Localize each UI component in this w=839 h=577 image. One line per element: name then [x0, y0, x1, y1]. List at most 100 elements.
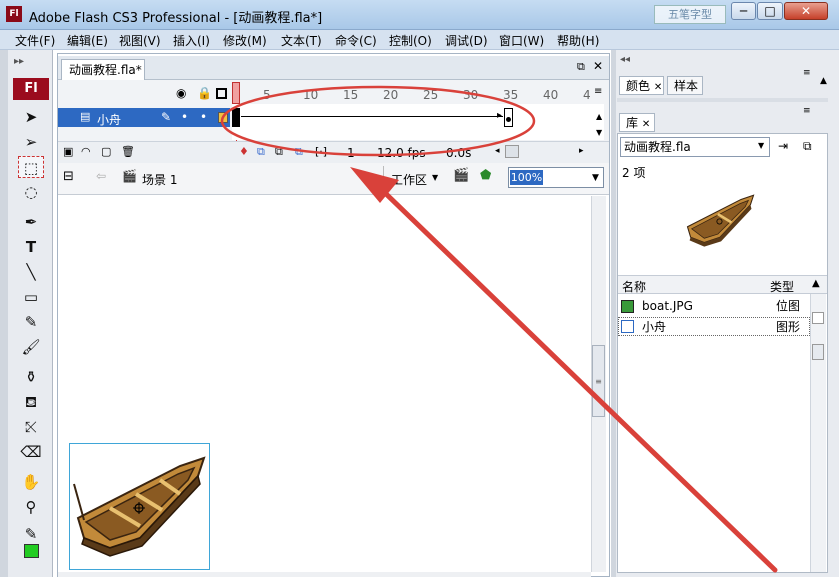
lock-icon[interactable]: 🔒	[197, 86, 212, 100]
start-keyframe[interactable]	[232, 108, 240, 127]
layer-lock-dot[interactable]: •	[200, 110, 207, 124]
scroll-left-icon[interactable]: ◂	[495, 146, 500, 156]
menu-view[interactable]: 视图(V)	[119, 32, 161, 49]
menu-insert[interactable]: 插入(I)	[173, 32, 210, 49]
eraser-tool-icon[interactable]: ⌫	[18, 441, 44, 463]
close-icon[interactable]: ✕	[642, 119, 650, 130]
line-tool-icon[interactable]: ╲	[18, 261, 44, 283]
chevron-down-icon[interactable]: ▼	[592, 173, 599, 183]
panel-collapse-icon[interactable]: ◂◂	[620, 54, 630, 65]
paint-bucket-tool-icon[interactable]: ⛾	[18, 391, 44, 413]
sort-icon[interactable]: ▲	[812, 278, 820, 289]
pencil-tool-icon[interactable]: ✎	[18, 311, 44, 333]
library-row[interactable]: 小舟 图形	[618, 317, 810, 336]
stage-scroll-thumb[interactable]: ≡	[592, 345, 605, 417]
panel-menu-icon[interactable]: ≡	[803, 68, 811, 78]
document-close-icon[interactable]: ✕	[593, 59, 603, 73]
free-transform-tool-icon[interactable]: ⬚	[18, 156, 44, 178]
tab-swatches[interactable]: 样本	[667, 76, 703, 95]
timeline-toggle-icon[interactable]: ⊟	[63, 169, 74, 184]
stroke-color-icon[interactable]: ✎	[18, 523, 44, 545]
restore-icon[interactable]: ⧉	[577, 60, 585, 74]
tab-library[interactable]: 库 ✕	[619, 113, 655, 132]
new-library-panel-icon[interactable]: ⧉	[803, 139, 812, 154]
zoom-value[interactable]: 100%	[510, 170, 543, 185]
fill-color-swatch[interactable]	[24, 544, 39, 558]
lasso-tool-icon[interactable]: ◌	[18, 181, 44, 203]
document-tab[interactable]: 动画教程.fla*	[61, 59, 145, 80]
center-frame-icon[interactable]: ♦	[239, 145, 249, 158]
eyedropper-tool-icon[interactable]: ⤪	[18, 416, 44, 438]
eye-icon[interactable]: ◉	[176, 86, 186, 100]
menu-text[interactable]: 文本(T)	[281, 32, 322, 49]
workspace-button[interactable]: 工作区	[391, 171, 427, 188]
library-scrollbar[interactable]	[810, 294, 826, 572]
chevron-down-icon[interactable]: ▼	[432, 173, 438, 182]
onion-outline-icon[interactable]: ⧉	[275, 145, 283, 159]
outline-icon[interactable]	[216, 88, 227, 99]
zoom-tool-icon[interactable]: ⚲	[18, 496, 44, 518]
brush-tool-icon[interactable]: 🖌	[18, 336, 44, 358]
rectangle-tool-icon[interactable]: ▭	[18, 286, 44, 308]
boat-image[interactable]	[70, 448, 210, 570]
scroll-right-icon[interactable]: ▸	[579, 146, 584, 156]
insert-folder-icon[interactable]: ▢	[101, 145, 111, 158]
library-menu-icon[interactable]: ≡	[803, 106, 811, 116]
subselection-tool-icon[interactable]: ➢	[18, 131, 44, 153]
library-scroll-thumb[interactable]	[812, 344, 824, 360]
modify-markers-icon[interactable]: [·]	[315, 145, 327, 158]
hand-tool-icon[interactable]: ✋	[18, 471, 44, 493]
frame-rate[interactable]: 12.0 fps	[377, 146, 426, 160]
scene-label[interactable]: 场景 1	[142, 171, 177, 188]
delete-layer-icon[interactable]: 🗑	[121, 145, 135, 158]
pin-icon[interactable]: ⇥	[778, 139, 788, 153]
menu-debug[interactable]: 调试(D)	[445, 32, 488, 49]
frame-grid[interactable]	[232, 104, 604, 140]
timeline-h-scroll-thumb[interactable]	[505, 145, 519, 158]
library-document-select[interactable]: 动画教程.fla	[620, 137, 770, 157]
scroll-up-icon[interactable]: ▲	[820, 76, 827, 86]
ink-bottle-tool-icon[interactable]: ⚱	[18, 366, 44, 388]
timeline-menu-icon[interactable]: ≡	[594, 86, 602, 97]
minimize-button[interactable]: ─	[731, 2, 756, 20]
timeline-scroll-up-icon[interactable]: ▲	[596, 112, 602, 121]
edit-multiple-frames-icon[interactable]: ⧉	[295, 145, 303, 159]
chevron-down-icon[interactable]: ▼	[758, 141, 764, 150]
column-name[interactable]: 名称	[622, 278, 646, 295]
playhead[interactable]	[232, 82, 240, 104]
library-column-header	[618, 275, 827, 294]
library-item-name: boat.JPG	[642, 299, 693, 313]
layer-visible-dot[interactable]: •	[181, 110, 188, 124]
library-row[interactable]: boat.JPG 位图	[618, 297, 810, 316]
menu-edit[interactable]: 编辑(E)	[67, 32, 108, 49]
motion-guide-icon[interactable]: ◠	[81, 145, 91, 158]
column-type[interactable]: 类型	[770, 278, 794, 295]
menu-modify[interactable]: 修改(M)	[223, 32, 267, 49]
menu-window[interactable]: 窗口(W)	[499, 32, 544, 49]
menu-help[interactable]: 帮助(H)	[557, 32, 599, 49]
pen-tool-icon[interactable]: ✒	[18, 211, 44, 233]
selection-tool-icon[interactable]: ➤	[18, 106, 44, 128]
library-scroll-up[interactable]	[812, 312, 824, 324]
layer-outline-color[interactable]	[218, 112, 228, 123]
layer-name[interactable]: 小舟	[97, 111, 121, 128]
toolbox-grip[interactable]	[0, 50, 8, 577]
edit-symbols-icon[interactable]: ⬟	[480, 168, 491, 183]
timeline-scroll-down-icon[interactable]: ▼	[596, 128, 602, 137]
maximize-button[interactable]: □	[757, 2, 783, 20]
onion-skin-icon[interactable]: ⧉	[257, 145, 265, 159]
insert-layer-icon[interactable]: ▣	[63, 145, 73, 158]
stage-horizontal-scrollbar[interactable]	[58, 572, 591, 577]
back-arrow-icon[interactable]: ⇦	[96, 169, 106, 183]
menu-commands[interactable]: 命令(C)	[335, 32, 377, 49]
library-item-count: 2 项	[622, 166, 646, 180]
menu-file[interactable]: 文件(F)	[15, 32, 55, 49]
text-tool-icon[interactable]: T	[18, 236, 44, 258]
panel-divider[interactable]	[617, 98, 828, 102]
edit-scene-icon[interactable]: 🎬	[453, 168, 469, 183]
close-icon[interactable]: ✕	[654, 82, 662, 93]
menu-control[interactable]: 控制(O)	[389, 32, 432, 49]
toolbox-collapse-icon[interactable]: ▸▸	[14, 56, 24, 67]
tab-color[interactable]: 颜色 ✕	[619, 76, 664, 95]
close-window-button[interactable]: ✕	[784, 2, 828, 20]
